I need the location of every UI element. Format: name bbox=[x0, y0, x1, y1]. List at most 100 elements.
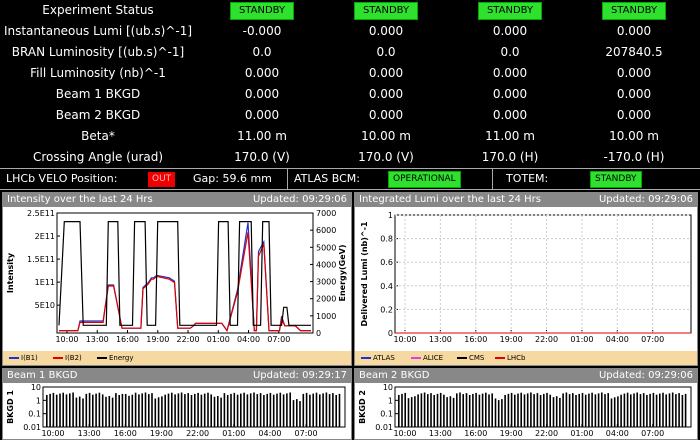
bkgd-bar bbox=[510, 392, 513, 427]
y-tick-label: 0.01 bbox=[23, 423, 41, 432]
value-cell: 0.0 bbox=[500, 45, 520, 59]
x-tick-label: 22:00 bbox=[186, 429, 209, 438]
bkgd-bar bbox=[72, 392, 74, 427]
value-cell: 0.000 bbox=[244, 87, 280, 101]
bkgd-bar bbox=[240, 393, 242, 427]
bkgd-bar bbox=[468, 395, 471, 427]
bkgd-bar bbox=[536, 393, 539, 427]
value-cell: 0.000 bbox=[244, 108, 280, 122]
row-label: Beam 2 BKGD bbox=[55, 108, 141, 122]
bkgd-bar bbox=[462, 394, 464, 427]
bkgd-bar bbox=[668, 393, 671, 427]
panel-title: Beam 2 BKGD bbox=[359, 370, 430, 381]
bkgd-bar bbox=[226, 395, 229, 427]
bkgd-bar bbox=[266, 393, 268, 427]
value-cell: 0.000 bbox=[368, 108, 404, 122]
value-cell: 0.000 bbox=[616, 24, 652, 38]
beam1-bkgd-panel: Beam 1 BKGD Updated: 09:29:17 10:00 13:00… bbox=[2, 368, 352, 440]
bkgd-bar bbox=[639, 394, 642, 427]
bkgd-bar bbox=[675, 394, 677, 427]
bkgd-bar bbox=[233, 392, 236, 427]
bkgd-bar bbox=[417, 394, 419, 427]
bkgd-bar bbox=[59, 393, 61, 427]
bkgd-bar bbox=[256, 394, 259, 427]
bkgd-bar bbox=[203, 393, 206, 427]
velo-label: LHCb VELO Position: bbox=[6, 172, 118, 185]
bkgd-bar bbox=[319, 394, 321, 427]
bkgd-bar bbox=[465, 393, 468, 427]
bkgd-bar bbox=[665, 394, 667, 427]
atlas-bcm-status-badge: OPERATIONAL bbox=[388, 170, 461, 188]
bkgd-bar bbox=[678, 393, 680, 427]
bkgd-bar bbox=[174, 394, 176, 427]
bkgd-bar bbox=[436, 393, 439, 427]
beam1-bkgd-chart: 10:00 13:00 16:00 19:00 22:00 01:00 04:00 07:00… bbox=[6, 383, 346, 438]
bkgd-bar bbox=[184, 394, 186, 427]
bkgd-bar bbox=[514, 394, 516, 427]
bkgd-bar bbox=[78, 396, 81, 427]
y2-tick-label: 0 bbox=[316, 329, 321, 338]
bkgd-bar bbox=[249, 393, 252, 427]
value-cell: 0.0 bbox=[252, 45, 272, 59]
bkgd-bar bbox=[236, 394, 239, 427]
bkgd-bar bbox=[433, 395, 435, 427]
y-tick-label: 1E11 bbox=[35, 278, 55, 287]
panel-updated: Updated: 09:29:17 bbox=[252, 370, 347, 381]
bkgd-bar bbox=[338, 393, 341, 427]
chart-legend: ATLAS ALICE CMS LHCb bbox=[355, 351, 697, 365]
bkgd-bar bbox=[121, 393, 124, 427]
bkgd-bar bbox=[141, 393, 143, 427]
bkgd-bar bbox=[398, 395, 400, 427]
bkgd-bar bbox=[481, 393, 484, 427]
legend-label: ALICE bbox=[423, 354, 444, 362]
y-tick-label: 0.01 bbox=[375, 423, 393, 432]
row-label: Experiment Status bbox=[42, 3, 154, 17]
bkgd-bar bbox=[456, 393, 458, 427]
row-beta-star: Beta* 11.00 m 10.00 m 11.00 m 10.00 m bbox=[0, 126, 700, 147]
lumi-panel: Integrated Lumi over the last 24 Hrs Upd… bbox=[354, 192, 698, 366]
bkgd-bar bbox=[161, 396, 163, 427]
bkgd-bar bbox=[309, 394, 311, 427]
bkgd-bar bbox=[671, 392, 674, 427]
y-axis-label: Delivered Lumi (nb)^-1 bbox=[360, 221, 369, 326]
bkgd-bar bbox=[407, 398, 410, 427]
bkgd-bar bbox=[523, 394, 526, 427]
y-tick-label: 0.1 bbox=[28, 410, 41, 419]
bkgd-bar bbox=[253, 392, 255, 427]
y-tick-label: 0 bbox=[388, 329, 393, 338]
bkgd-bar bbox=[452, 397, 455, 427]
status-badge: STANDBY bbox=[229, 1, 295, 20]
value-cell: 0.000 bbox=[492, 108, 528, 122]
bkgd-bar bbox=[52, 392, 55, 427]
value-cell: 0.0 bbox=[376, 45, 396, 59]
y2-tick-label: 5000 bbox=[316, 243, 336, 252]
beam2-bkgd-chart: 10:00 13:00 16:00 19:00 22:00 01:00 04:00 07:00… bbox=[358, 383, 692, 438]
legend-item: I(B1) bbox=[9, 351, 38, 365]
row-label: Fill Luminosity (nb)^-1 bbox=[30, 66, 166, 80]
x-tick-label: 16:00 bbox=[116, 335, 139, 344]
bkgd-bar bbox=[335, 395, 337, 427]
bkgd-bar bbox=[607, 393, 609, 427]
bkgd-bar bbox=[105, 396, 107, 427]
panel-updated: Updated: 09:29:06 bbox=[598, 194, 693, 205]
legend-item: ALICE bbox=[411, 351, 443, 365]
device-status-bar: LHCb VELO Position: OUT Gap: 59.6 mm ATL… bbox=[0, 168, 700, 190]
bkgd-bar bbox=[263, 395, 265, 427]
bkgd-bar bbox=[517, 393, 519, 427]
x-tick-label: 22:00 bbox=[535, 429, 558, 438]
bkgd-bar bbox=[623, 393, 626, 427]
bkgd-bar bbox=[610, 398, 613, 427]
x-tick-label: 10:00 bbox=[55, 335, 78, 344]
intensity-chart: 10:00 13:00 16:00 19:00 22:00 01:00 04:00 07:00… bbox=[6, 209, 347, 344]
bkgd-bar bbox=[243, 392, 245, 427]
atlas-bcm-label: ATLAS BCM: bbox=[294, 172, 361, 185]
totem-status-badge: STANDBY bbox=[590, 170, 642, 188]
bkgd-bar bbox=[423, 392, 426, 427]
bkgd-bar bbox=[154, 398, 157, 427]
value-cell: 0.000 bbox=[368, 66, 404, 80]
bkgd-bar bbox=[565, 392, 568, 427]
bkgd-bar bbox=[312, 393, 314, 427]
bkgd-bar bbox=[305, 392, 308, 427]
x-tick-label: 10:00 bbox=[393, 335, 416, 344]
y-tick-label: 0.4 bbox=[380, 282, 393, 291]
